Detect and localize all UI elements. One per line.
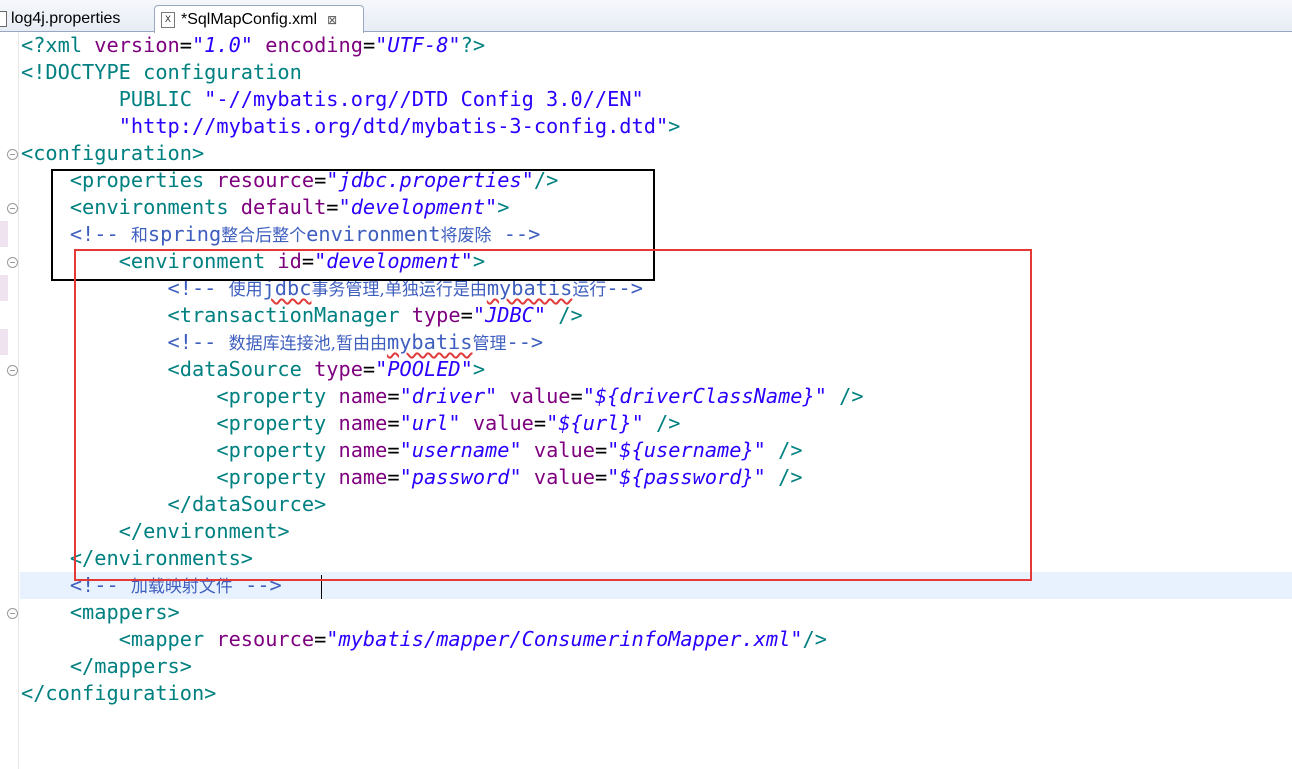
- code-line-2: <!DOCTYPE configuration: [21, 60, 302, 84]
- tab-label: log4j.properties: [11, 9, 121, 27]
- code-line-4: "http://mybatis.org/dtd/mybatis-3-config…: [118, 114, 681, 138]
- code-line-5: <configuration>: [21, 141, 205, 165]
- tab-log4j-properties[interactable]: log4j.properties: [0, 5, 150, 32]
- change-marker: [0, 275, 8, 301]
- fold-collapse-icon[interactable]: −: [7, 608, 18, 619]
- fold-collapse-icon[interactable]: −: [7, 203, 18, 214]
- fold-collapse-icon[interactable]: −: [7, 149, 18, 160]
- code-line-22: <mappers>: [69, 600, 180, 624]
- code-line-23: <mapper resource="mybatis/mapper/Consume…: [118, 627, 827, 651]
- change-marker: [0, 221, 8, 247]
- fold-collapse-icon[interactable]: −: [7, 257, 18, 268]
- properties-file-icon: [0, 10, 7, 27]
- gutter-divider: [18, 32, 19, 769]
- xml-code-editor[interactable]: − − − − − <?xml version="1.0" encoding="…: [0, 32, 1292, 769]
- editor-tab-bar: log4j.properties X *SqlMapConfig.xml ⊠: [0, 0, 1292, 33]
- fold-collapse-icon[interactable]: −: [7, 365, 18, 376]
- change-marker: [0, 329, 8, 355]
- tab-label: *SqlMapConfig.xml: [181, 10, 318, 28]
- code-line-24: </mappers>: [69, 654, 192, 678]
- code-line-25: </configuration>: [21, 681, 217, 705]
- tab-sqlmapconfig-xml[interactable]: X *SqlMapConfig.xml ⊠: [154, 5, 364, 33]
- annotation-box-red: [74, 249, 1032, 581]
- xml-file-icon: X: [161, 11, 175, 28]
- code-line-1: <?xml version="1.0" encoding="UTF-8"?>: [21, 33, 486, 57]
- code-line-3: PUBLIC "-//mybatis.org//DTD Config 3.0//…: [118, 87, 644, 111]
- close-tab-icon[interactable]: ⊠: [327, 13, 337, 27]
